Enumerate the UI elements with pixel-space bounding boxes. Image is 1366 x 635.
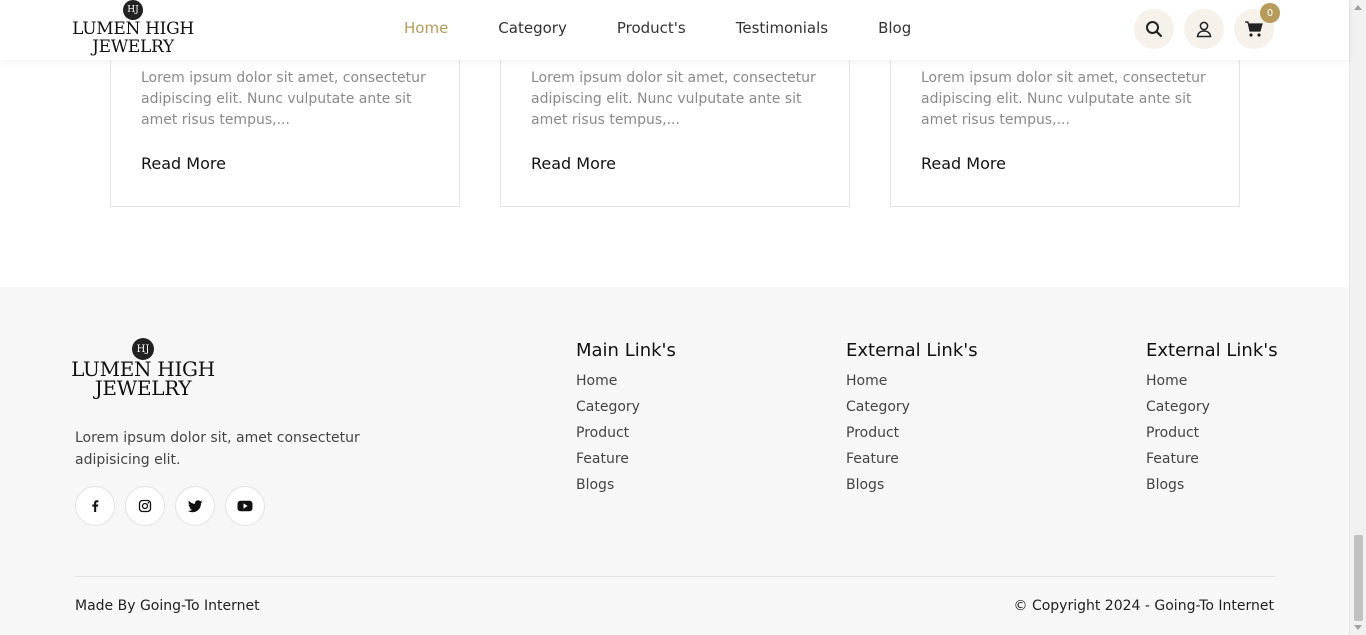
footer-column-title: External Link's — [846, 340, 978, 361]
blog-card: Lorem ipsum dolor sit amet, consectetur … — [110, 40, 460, 207]
footer-link-feature[interactable]: Feature — [1146, 446, 1278, 472]
footer-column-title: Main Link's — [576, 340, 676, 361]
logo-line2: JEWELRY — [94, 376, 192, 400]
cart-count-badge: 0 — [1260, 3, 1280, 23]
account-button[interactable] — [1184, 9, 1224, 49]
footer-link-home[interactable]: Home — [1146, 368, 1278, 394]
made-by-text: Made By Going-To Internet — [75, 598, 260, 614]
footer-link-blogs[interactable]: Blogs — [846, 472, 978, 498]
footer-link-product[interactable]: Product — [1146, 420, 1278, 446]
header-logo[interactable]: HJ LUMEN HIGH JEWELRY — [72, 0, 194, 57]
nav-blog[interactable]: Blog — [878, 19, 911, 37]
footer-link-feature[interactable]: Feature — [576, 446, 676, 472]
footer-link-home[interactable]: Home — [576, 368, 676, 394]
cart-button[interactable]: 0 — [1234, 3, 1280, 49]
nav-home[interactable]: Home — [404, 19, 448, 37]
nav-testimonials[interactable]: Testimonials — [736, 19, 828, 37]
blog-excerpt: Lorem ipsum dolor sit amet, consectetur … — [921, 70, 1206, 128]
nav-category[interactable]: Category — [498, 19, 567, 37]
footer-divider — [75, 576, 1275, 577]
footer-link-category[interactable]: Category — [1146, 394, 1278, 420]
blog-excerpt: Lorem ipsum dolor sit amet, consectetur … — [531, 70, 816, 128]
search-icon — [1146, 21, 1163, 38]
footer-link-feature[interactable]: Feature — [846, 446, 978, 472]
facebook-icon — [92, 500, 99, 512]
search-button[interactable] — [1134, 9, 1174, 49]
main-nav: Home Category Product's Testimonials Blo… — [404, 19, 911, 37]
blog-excerpt: Lorem ipsum dolor sit amet, consectetur … — [141, 70, 426, 128]
user-icon — [1196, 21, 1212, 38]
blog-card: Lorem ipsum dolor sit amet, consectetur … — [500, 40, 850, 207]
footer-column-external-links: External Link's Home Category Product Fe… — [846, 340, 978, 498]
footer-link-blogs[interactable]: Blogs — [576, 472, 676, 498]
youtube-button[interactable] — [225, 486, 265, 526]
footer-column-main-links: Main Link's Home Category Product Featur… — [576, 340, 676, 498]
blog-card: Lorem ipsum dolor sit amet, consectetur … — [890, 40, 1240, 207]
logo-line2: JEWELRY — [92, 37, 174, 57]
footer-link-home[interactable]: Home — [846, 368, 978, 394]
nav-products[interactable]: Product's — [617, 19, 686, 37]
logo-line1: LUMEN HIGH — [72, 19, 194, 39]
youtube-icon — [237, 500, 253, 512]
footer-link-category[interactable]: Category — [576, 394, 676, 420]
footer-link-blogs[interactable]: Blogs — [1146, 472, 1278, 498]
cart-icon — [1245, 21, 1263, 37]
scrollbar-thumb[interactable] — [1354, 535, 1363, 621]
logo-monogram: HJ — [123, 0, 143, 20]
instagram-button[interactable] — [125, 486, 165, 526]
social-links — [75, 486, 265, 526]
twitter-icon — [187, 499, 202, 512]
site-footer: HJ LUMEN HIGH JEWELRY Lorem ipsum dolor … — [0, 287, 1349, 635]
scroll-down-icon[interactable] — [1354, 625, 1362, 630]
footer-link-category[interactable]: Category — [846, 394, 978, 420]
copyright-text: © Copyright 2024 - Going-To Internet — [1013, 598, 1275, 614]
footer-logo[interactable]: HJ LUMEN HIGH JEWELRY — [71, 338, 215, 400]
page-scrollbar[interactable] — [1349, 0, 1366, 635]
facebook-button[interactable] — [75, 486, 115, 526]
scroll-up-icon[interactable] — [1354, 5, 1362, 10]
read-more-link[interactable]: Read More — [141, 154, 226, 173]
read-more-link[interactable]: Read More — [921, 154, 1006, 173]
footer-description: Lorem ipsum dolor sit, amet consectetur … — [75, 430, 360, 468]
footer-link-product[interactable]: Product — [846, 420, 978, 446]
footer-link-product[interactable]: Product — [576, 420, 676, 446]
footer-column-title: External Link's — [1146, 340, 1278, 361]
instagram-icon — [138, 499, 152, 513]
read-more-link[interactable]: Read More — [531, 154, 616, 173]
site-header: HJ LUMEN HIGH JEWELRY Home Category Prod… — [0, 0, 1349, 60]
twitter-button[interactable] — [175, 486, 215, 526]
footer-column-external-links-2: External Link's Home Category Product Fe… — [1146, 340, 1278, 498]
